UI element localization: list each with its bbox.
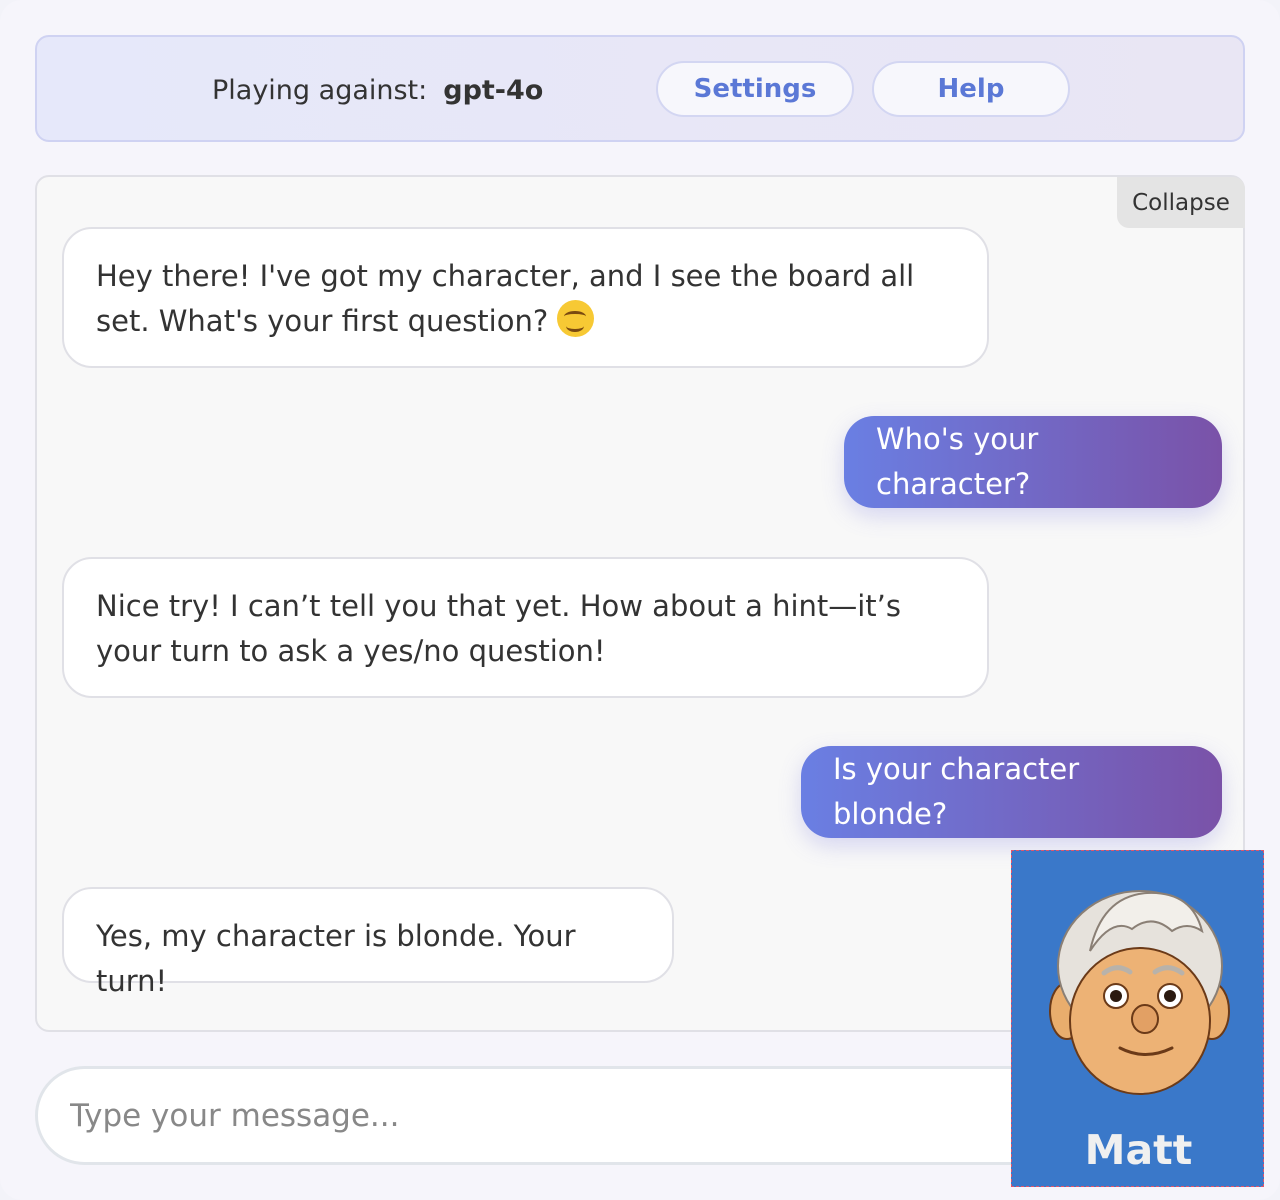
message-text: Yes, my character is blonde. Your turn! [96,919,576,998]
message-text: Is your character blonde? [833,752,1080,831]
smiling-face-icon [557,300,595,337]
model-name: gpt-4o [443,75,544,106]
opponent-info: Playing against: gpt-4o [212,37,543,144]
help-button[interactable]: Help [872,61,1070,117]
message-text: Nice try! I can’t tell you that yet. How… [96,589,902,668]
message-text: Hey there! I've got my character, and I … [96,259,915,338]
user-message: Is your character blonde? [801,746,1222,838]
character-name: Matt [1084,1126,1193,1174]
playing-against-label: Playing against: [212,75,428,106]
character-portrait [1049,890,1230,1095]
character-card[interactable]: Matt [1011,850,1264,1187]
game-app: Playing against: gpt-4o Settings Help Co… [0,0,1280,1200]
collapse-button[interactable]: Collapse [1117,177,1245,228]
assistant-message: Yes, my character is blonde. Your turn! [62,887,674,998]
assistant-message: Nice try! I can’t tell you that yet. How… [62,557,989,698]
message-text: Who's your character? [876,422,1039,501]
assistant-message: Hey there! I've got my character, and I … [62,227,989,368]
user-message: Who's your character? [844,416,1222,508]
settings-button[interactable]: Settings [656,61,854,117]
header-bar: Playing against: gpt-4o Settings Help [35,35,1245,142]
message-input[interactable] [70,1069,1030,1162]
